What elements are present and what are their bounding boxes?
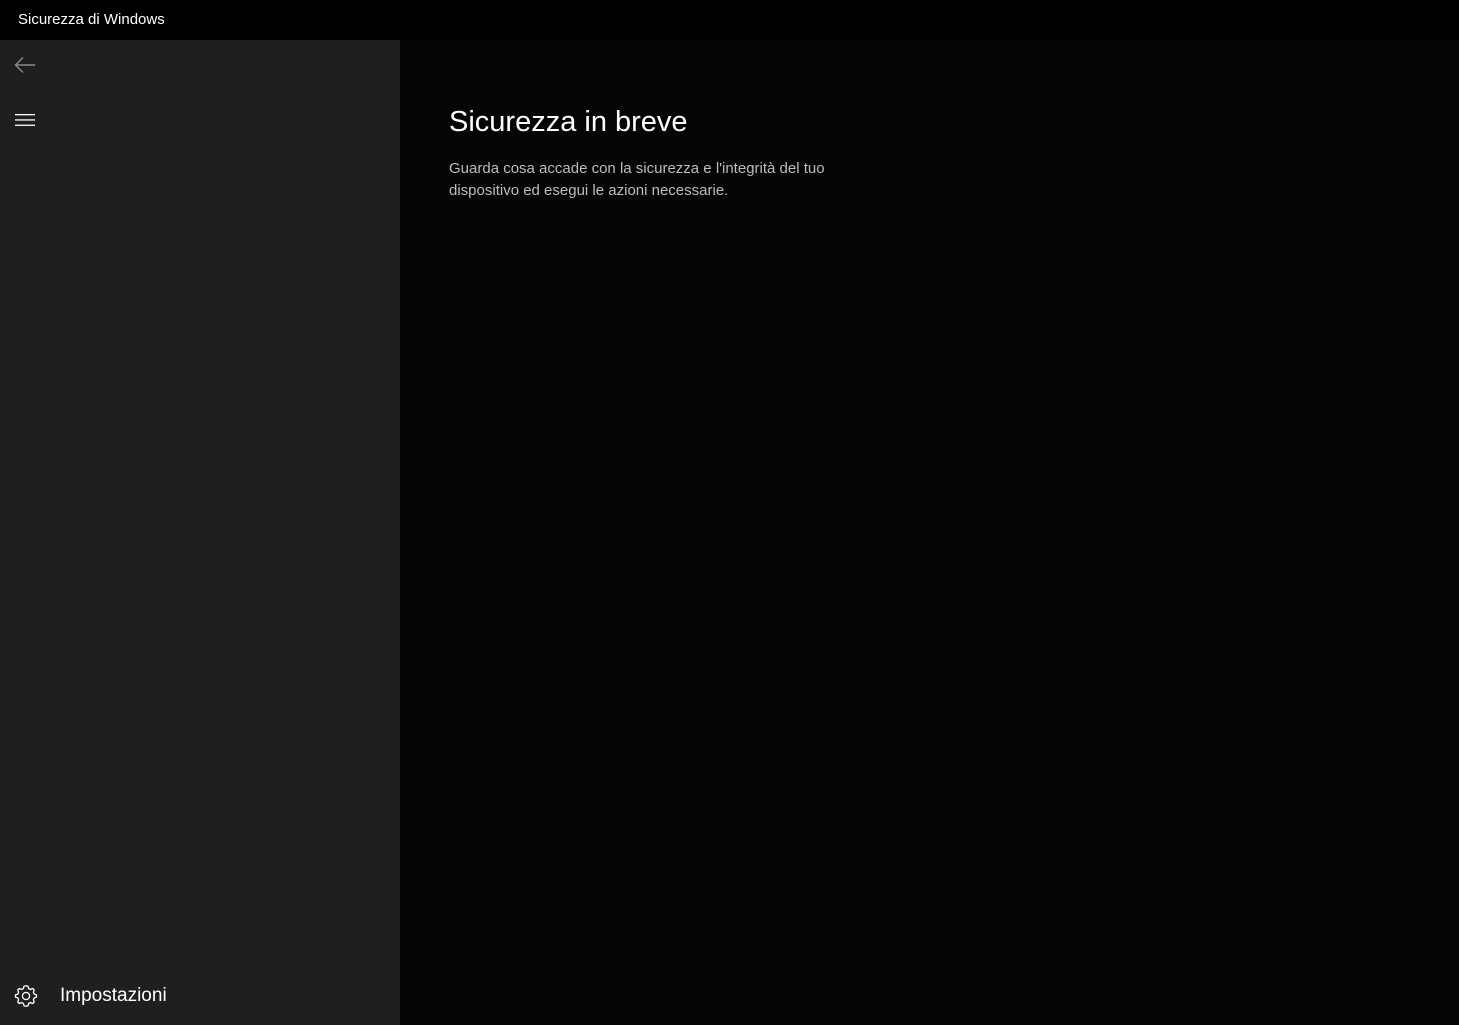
sidebar: Impostazioni xyxy=(0,40,400,1025)
settings-nav-item[interactable]: Impostazioni xyxy=(0,976,400,1016)
app-window: Sicurezza di Windows Impostazioni Sicure… xyxy=(0,0,1459,1025)
arrow-left-icon xyxy=(14,57,35,73)
back-button[interactable] xyxy=(8,48,42,82)
window-title: Sicurezza di Windows xyxy=(18,11,165,28)
main-content: Sicurezza in breve Guarda cosa accade co… xyxy=(400,40,1459,1025)
page-title: Sicurezza in breve xyxy=(449,106,688,138)
hamburger-menu-button[interactable] xyxy=(8,103,42,137)
page-description: Guarda cosa accade con la sicurezza e l'… xyxy=(449,160,825,199)
title-bar[interactable]: Sicurezza di Windows xyxy=(0,0,1459,40)
gear-icon xyxy=(14,985,38,1007)
settings-label: Impostazioni xyxy=(60,985,167,1006)
hamburger-menu-icon xyxy=(15,114,35,126)
